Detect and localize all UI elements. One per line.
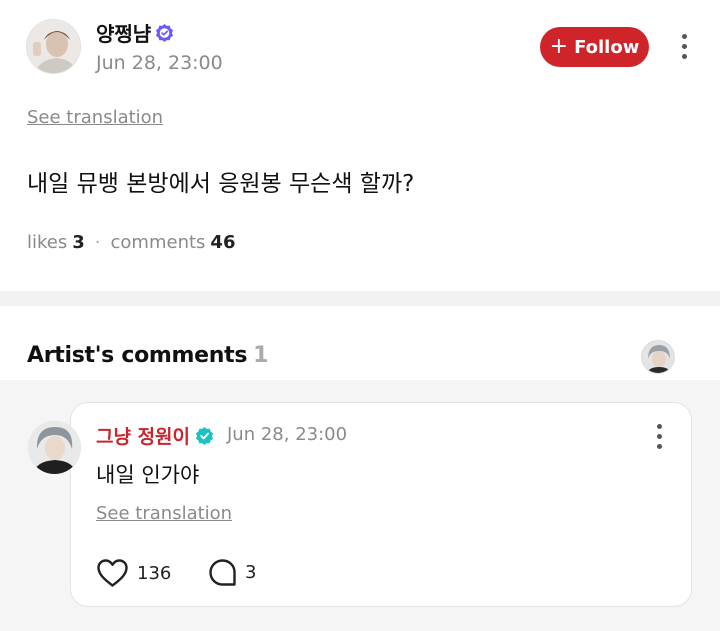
comment-timestamp: Jun 28, 23:00 xyxy=(227,424,348,445)
artist-comments-title: Artist's comments xyxy=(27,343,248,368)
artist-comments-count: 1 xyxy=(253,343,269,368)
heart-icon xyxy=(97,559,128,587)
more-vertical-icon[interactable] xyxy=(679,34,689,59)
reply-count: 3 xyxy=(245,562,257,583)
comments-count: 46 xyxy=(210,232,236,253)
post-stats: likes 3 · comments 46 xyxy=(27,232,235,253)
comment-author-name[interactable]: 그냥 정원이 xyxy=(96,422,190,449)
plus-icon: + xyxy=(549,34,569,59)
comments-label[interactable]: comments xyxy=(111,232,206,253)
verified-badge-icon xyxy=(195,426,214,445)
likes-label: likes xyxy=(27,232,68,253)
like-count: 136 xyxy=(137,562,172,584)
author: 양쩡냠 xyxy=(96,18,174,47)
artist-comments-header: Artist's comments 1 xyxy=(27,343,268,368)
section-divider xyxy=(0,291,720,306)
more-vertical-icon[interactable] xyxy=(654,424,664,449)
artist-header-avatar[interactable] xyxy=(641,340,675,374)
verified-badge-icon xyxy=(156,23,174,42)
separator-dot: · xyxy=(94,232,101,253)
like-button[interactable]: 136 xyxy=(96,558,171,588)
comment-body: 내일 인가야 xyxy=(96,463,200,487)
post-body: 내일 뮤뱅 본방에서 응원봉 무슨색 할까? xyxy=(27,171,415,197)
post-timestamp: Jun 28, 23:00 xyxy=(96,52,223,74)
comment-see-translation-link[interactable]: See translation xyxy=(96,503,232,524)
reply-button[interactable]: 3 xyxy=(208,558,256,587)
commenter-avatar[interactable] xyxy=(28,421,81,474)
comment-author: 그냥 정원이 xyxy=(96,422,214,449)
comment-bubble-icon xyxy=(209,559,236,586)
see-translation-link[interactable]: See translation xyxy=(27,107,163,128)
likes-count: 3 xyxy=(72,232,85,253)
author-avatar[interactable] xyxy=(26,19,81,74)
follow-button[interactable]: + Follow xyxy=(540,27,649,67)
author-name[interactable]: 양쩡냠 xyxy=(96,18,151,47)
follow-label: Follow xyxy=(574,36,640,58)
